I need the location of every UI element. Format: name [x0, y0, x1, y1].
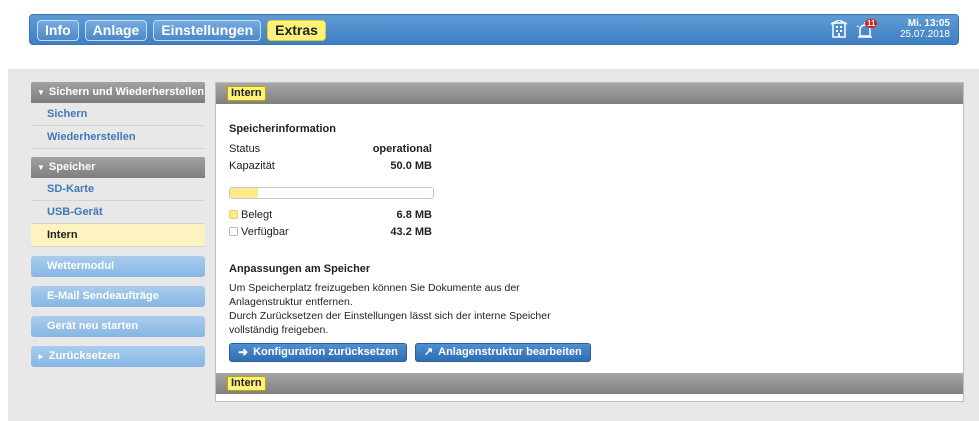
sidebar-button-restart[interactable]: Gerät neu starten — [31, 316, 205, 337]
used-row: Belegt 6.8 MB — [229, 207, 432, 224]
storage-usage-bar — [229, 187, 434, 199]
tab-info[interactable]: Info — [37, 20, 79, 41]
sidebar-button-wettermodul[interactable]: Wettermodul — [31, 256, 205, 277]
description-line: vollständig freigeben. — [229, 324, 329, 336]
clock: Mi. 13:05 25.07.2018 — [900, 18, 950, 40]
main-tabs: Info Anlage Einstellungen Extras — [37, 20, 326, 41]
main-panel: Intern Speicherinformation Status operat… — [215, 82, 964, 402]
sidebar-item-wiederherstellen[interactable]: Wiederherstellen — [31, 126, 205, 149]
sidebar-item-sichern[interactable]: Sichern — [31, 103, 205, 126]
sidebar-section-backup[interactable]: ▼ Sichern und Wiederherstellen — [31, 82, 205, 103]
capacity-row: Kapazität 50.0 MB — [229, 158, 432, 175]
arrow-right-icon: ➜ — [238, 345, 249, 359]
panel-footer: Intern — [216, 373, 963, 394]
sidebar-item-usb-geraet[interactable]: USB-Gerät — [31, 201, 205, 224]
free-row: Verfügbar 43.2 MB — [229, 224, 432, 241]
clock-time: Mi. 13:05 — [907, 18, 950, 29]
sidebar-section-title: Sichern und Wiederherstellen — [48, 86, 205, 98]
panel-content: Speicherinformation Status operational K… — [229, 123, 649, 362]
top-navigation-bar: Info Anlage Einstellungen Extras 11 Mi. … — [29, 14, 959, 45]
free-label: Verfügbar — [241, 226, 289, 238]
sidebar-button-label: Zurücksetzen — [48, 350, 120, 362]
used-legend-swatch — [229, 210, 238, 219]
used-value: 6.8 MB — [396, 209, 432, 221]
sidebar-section-title: Speicher — [48, 161, 96, 173]
storage-usage-fill — [230, 188, 258, 198]
tab-einstellungen[interactable]: Einstellungen — [153, 20, 262, 41]
reset-config-label: Konfiguration zurücksetzen — [253, 346, 398, 358]
panel-header: Intern — [216, 83, 963, 104]
capacity-value: 50.0 MB — [390, 160, 432, 172]
sidebar-section-speicher[interactable]: ▼ Speicher — [31, 157, 205, 178]
adjust-description: Um Speicherplatz freizugeben können Sie … — [229, 281, 559, 337]
free-value: 43.2 MB — [390, 226, 432, 238]
action-buttons: ➜ Konfiguration zurücksetzen ↗ Anlagenst… — [229, 343, 649, 362]
structure-arrow-icon: ↗ — [423, 346, 434, 358]
edit-structure-label: Anlagenstruktur bearbeiten — [438, 346, 582, 358]
tab-anlage[interactable]: Anlage — [84, 20, 148, 41]
description-line: Um Speicherplatz freizugeben können Sie … — [229, 282, 520, 294]
expand-arrow-icon: ► — [37, 352, 45, 361]
sidebar-button-email[interactable]: E-Mail Sendeaufträge — [31, 286, 205, 307]
description-line: Durch Zurücksetzen der Einstellungen läs… — [229, 310, 551, 322]
collapse-arrow-icon: ▼ — [37, 163, 45, 172]
used-label: Belegt — [241, 209, 273, 221]
sidebar: ▼ Sichern und Wiederherstellen Sichern Wi… — [31, 82, 205, 367]
status-area: 11 Mi. 13:05 25.07.2018 — [830, 18, 950, 40]
notification-bell[interactable]: 11 — [856, 19, 878, 39]
edit-structure-button[interactable]: ↗ Anlagenstruktur bearbeiten — [414, 343, 591, 362]
sidebar-item-sd-karte[interactable]: SD-Karte — [31, 178, 205, 201]
free-legend-swatch — [229, 227, 238, 236]
sidebar-button-reset[interactable]: ► Zurücksetzen — [31, 346, 205, 367]
tab-extras[interactable]: Extras — [267, 20, 326, 41]
description-line: Anlagenstruktur entfernen. — [229, 296, 353, 308]
sidebar-item-intern[interactable]: Intern — [31, 224, 205, 247]
status-row: Status operational — [229, 141, 432, 158]
panel-footer-label: Intern — [227, 376, 266, 391]
notification-badge: 11 — [864, 19, 878, 28]
capacity-label: Kapazität — [229, 160, 275, 172]
clock-date: 25.07.2018 — [899, 29, 950, 40]
adjust-title: Anpassungen am Speicher — [229, 263, 371, 275]
storage-info-title: Speicherinformation — [229, 123, 336, 135]
status-value: operational — [372, 143, 432, 155]
reset-config-button[interactable]: ➜ Konfiguration zurücksetzen — [229, 343, 407, 362]
panel-header-label: Intern — [227, 86, 266, 101]
collapse-arrow-icon: ▼ — [37, 88, 45, 97]
building-icon[interactable] — [830, 20, 848, 38]
status-label: Status — [229, 143, 261, 155]
